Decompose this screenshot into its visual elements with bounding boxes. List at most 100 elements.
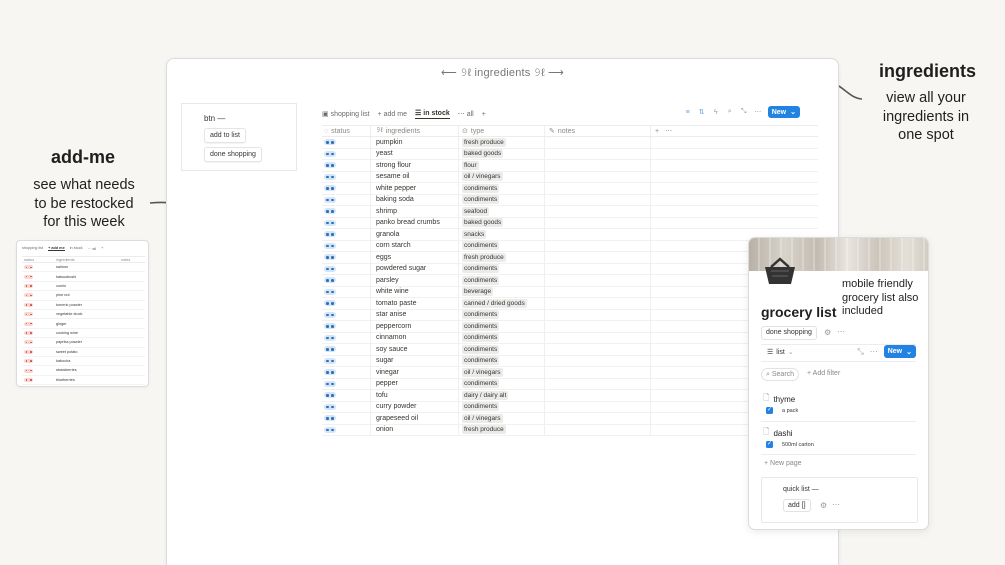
status-toggle[interactable] (24, 349, 33, 354)
done-shopping-button[interactable]: done shopping (204, 147, 262, 162)
ingredient-name[interactable]: eggs (370, 252, 458, 263)
ingredient-name[interactable]: corn starch (370, 240, 458, 251)
type-cell[interactable]: seafood (458, 206, 544, 217)
table-row[interactable]: tumeric powder (22, 301, 145, 310)
status-toggle[interactable] (324, 346, 336, 353)
ingredient-name[interactable]: peppercorn (370, 321, 458, 332)
status-toggle[interactable] (324, 288, 336, 295)
search-input[interactable]: ⌕ Search (761, 368, 800, 381)
status-cell[interactable] (322, 321, 370, 332)
status-cell[interactable] (322, 333, 370, 344)
notes-cell[interactable] (544, 367, 650, 378)
table-row[interactable]: sugar condiments (322, 355, 818, 367)
table-row[interactable]: katsuobushi (22, 272, 145, 282)
status-toggle[interactable] (24, 359, 33, 364)
new-button[interactable]: New ⌄ (883, 345, 916, 358)
status-toggle[interactable] (324, 173, 336, 180)
status-toggle[interactable] (24, 368, 33, 373)
ingredient-name[interactable]: tumeric powder (54, 303, 119, 307)
new-button[interactable]: New ⌄ (767, 106, 800, 118)
status-toggle[interactable] (324, 139, 336, 146)
type-cell[interactable]: condiments (458, 344, 544, 355)
status-cell[interactable] (22, 293, 54, 298)
ingredient-name[interactable]: sesame oil (370, 171, 458, 182)
table-row[interactable]: ginger (22, 319, 145, 329)
table-row[interactable]: salmon (22, 263, 145, 273)
status-cell[interactable] (322, 229, 370, 240)
column-header-ingredients[interactable]: 𝟿ℓ ingredients (370, 126, 458, 136)
table-row[interactable]: vegetable stock (22, 310, 145, 320)
status-cell[interactable] (322, 287, 370, 298)
table-row[interactable]: powdered sugar condiments (322, 263, 818, 275)
ingredient-name[interactable]: powdered sugar (370, 263, 458, 274)
column-header-notes[interactable]: notes (119, 258, 145, 262)
column-header-type[interactable]: ⊙ type (458, 126, 544, 136)
status-cell[interactable] (22, 378, 54, 382)
ingredient-name[interactable]: pepper (370, 378, 458, 389)
status-toggle[interactable] (324, 242, 336, 249)
status-cell[interactable] (22, 368, 54, 373)
status-cell[interactable] (322, 379, 370, 390)
ingredient-name[interactable]: granola (370, 229, 458, 240)
status-toggle[interactable] (324, 334, 336, 341)
type-cell[interactable]: condiments (458, 194, 544, 205)
status-toggle[interactable] (24, 265, 33, 270)
ingredient-name[interactable]: cooking wine (54, 331, 119, 335)
ingredient-name[interactable]: sweet potato (54, 350, 119, 354)
ingredient-name[interactable]: strawberries (54, 368, 119, 372)
notes-cell[interactable] (544, 160, 650, 171)
notes-cell[interactable] (544, 321, 650, 332)
status-cell[interactable] (322, 183, 370, 194)
add-column-icon[interactable]: + (655, 128, 659, 135)
status-toggle[interactable] (24, 274, 33, 279)
table-row[interactable]: strawberries (22, 366, 145, 376)
status-cell[interactable] (322, 344, 370, 355)
tab-shopping-list[interactable]: shopping list (22, 246, 43, 251)
ingredient-name[interactable]: shrimp (370, 206, 458, 217)
table-row[interactable]: pepper condiments (322, 378, 818, 390)
status-cell[interactable] (22, 331, 54, 336)
table-row[interactable]: strong flour flour (322, 160, 818, 172)
status-toggle[interactable] (324, 392, 336, 399)
table-row[interactable]: kabocha (22, 357, 145, 367)
notes-cell[interactable] (544, 298, 650, 309)
checkbox[interactable]: ✓ (766, 441, 773, 448)
type-cell[interactable]: fresh produce (458, 137, 544, 148)
notes-cell[interactable] (544, 263, 650, 274)
table-row[interactable]: onion fresh produce (322, 424, 818, 436)
ingredient-name[interactable]: paprika powder (54, 340, 119, 344)
status-cell[interactable] (322, 252, 370, 263)
type-cell[interactable]: snacks (458, 229, 544, 240)
list-item-title[interactable]: 🗋 dashi (763, 426, 793, 440)
table-row[interactable]: peppercorn condiments (322, 321, 818, 333)
tab-add-me[interactable]: + add me (48, 246, 65, 251)
status-cell[interactable] (22, 312, 54, 317)
table-row[interactable]: sesame oil oil / vinegars (322, 171, 818, 183)
ingredient-name[interactable]: cumin (54, 284, 119, 288)
status-toggle[interactable] (324, 323, 336, 330)
status-cell[interactable] (22, 321, 54, 326)
status-cell[interactable] (322, 413, 370, 424)
status-toggle[interactable] (24, 312, 33, 317)
more-icon[interactable]: ⋯ (832, 500, 840, 509)
ingredient-name[interactable]: baking soda (370, 194, 458, 205)
new-page-button[interactable]: + New page (764, 460, 802, 467)
table-row[interactable]: tomato paste canned / dried goods (322, 298, 818, 310)
list-item-title[interactable]: 🗋 thyme (763, 392, 795, 406)
add-view-button[interactable]: + (482, 111, 486, 118)
ingredient-name[interactable]: kabocha (54, 359, 119, 363)
settings-icon[interactable]: ⚙ (824, 328, 831, 337)
notes-cell[interactable] (544, 148, 650, 159)
status-cell[interactable] (322, 160, 370, 171)
status-toggle[interactable] (324, 208, 336, 215)
notes-cell[interactable] (544, 286, 650, 297)
type-cell[interactable]: condiments (458, 240, 544, 251)
notes-cell[interactable] (544, 275, 650, 286)
status-toggle[interactable] (324, 357, 336, 364)
status-cell[interactable] (322, 275, 370, 286)
ingredient-name[interactable]: grapeseed oil (370, 413, 458, 424)
ingredient-name[interactable]: white wine (370, 286, 458, 297)
type-cell[interactable]: beverage (458, 286, 544, 297)
status-cell[interactable] (322, 310, 370, 321)
ingredient-name[interactable]: pine nut (54, 293, 119, 297)
